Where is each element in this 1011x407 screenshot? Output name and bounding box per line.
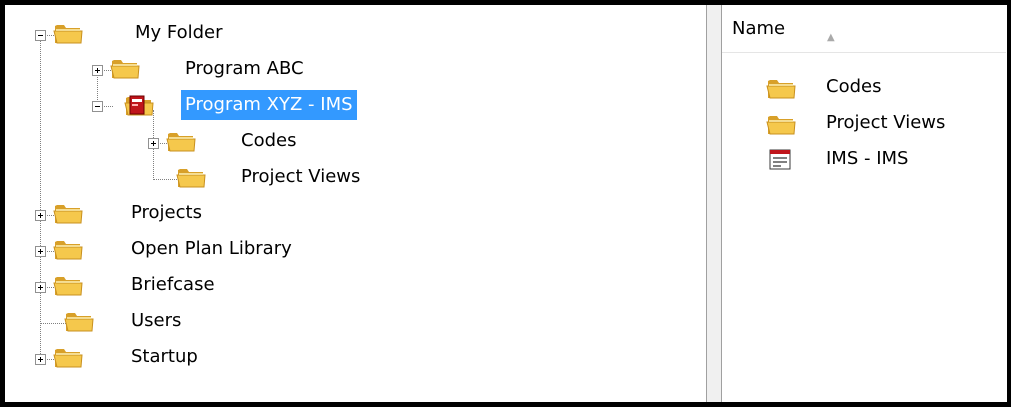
tree-node-label: Codes (241, 130, 297, 151)
expand-button-briefcase[interactable] (35, 282, 46, 293)
list-item[interactable]: IMS - IMS (722, 141, 1006, 177)
tree-line (40, 323, 66, 324)
tree-line (153, 179, 177, 180)
column-header-name[interactable]: Name ▲ (722, 5, 1006, 53)
tree-node-label: Program ABC (185, 58, 304, 79)
list-item-label: IMS - IMS (826, 148, 909, 169)
tree-node-label: Briefcase (131, 274, 215, 295)
tree-node-label: Open Plan Library (131, 238, 292, 259)
folder-icon (53, 272, 83, 298)
expand-button-open-plan-library[interactable] (35, 246, 46, 257)
folder-icon (53, 344, 83, 370)
pane-splitter[interactable] (706, 5, 722, 402)
tree-node-label: Startup (131, 346, 198, 367)
sort-ascending-icon: ▲ (827, 32, 835, 43)
tree-line (40, 39, 41, 358)
tree-node-label: Users (131, 310, 182, 331)
collapse-button-my-folder[interactable] (35, 30, 46, 41)
expand-button-codes[interactable] (148, 138, 159, 149)
expand-button-startup[interactable] (35, 354, 46, 365)
column-header-label: Name (732, 18, 786, 39)
program-ims-icon (124, 92, 154, 118)
list-item-label: Codes (826, 76, 882, 97)
folder-icon (176, 164, 206, 190)
folder-tree[interactable]: My Folder Program ABC Program XYZ - IMS … (12, 6, 706, 398)
folder-icon (766, 75, 796, 101)
folder-icon (53, 200, 83, 226)
expand-button-projects[interactable] (35, 210, 46, 221)
folder-icon (110, 55, 140, 81)
tree-node-label: My Folder (135, 22, 223, 43)
folder-icon (64, 308, 94, 334)
list-item[interactable]: Project Views (722, 105, 1006, 141)
expand-button-program-abc[interactable] (92, 65, 103, 76)
contents-list[interactable]: Name ▲ Codes Project Views IMS - IMS (722, 5, 1006, 402)
list-item-label: Project Views (826, 112, 946, 133)
list-item[interactable]: Codes (722, 69, 1006, 105)
ims-document-icon (766, 147, 796, 173)
folder-icon (53, 236, 83, 262)
tree-node-label: Program XYZ - IMS (181, 90, 357, 120)
tree-node-label: Project Views (241, 166, 361, 187)
folder-open-icon (53, 20, 83, 46)
folder-icon (766, 111, 796, 137)
tree-node-label: Projects (131, 202, 202, 223)
folder-icon (166, 128, 196, 154)
collapse-button-program-xyz[interactable] (92, 101, 103, 112)
